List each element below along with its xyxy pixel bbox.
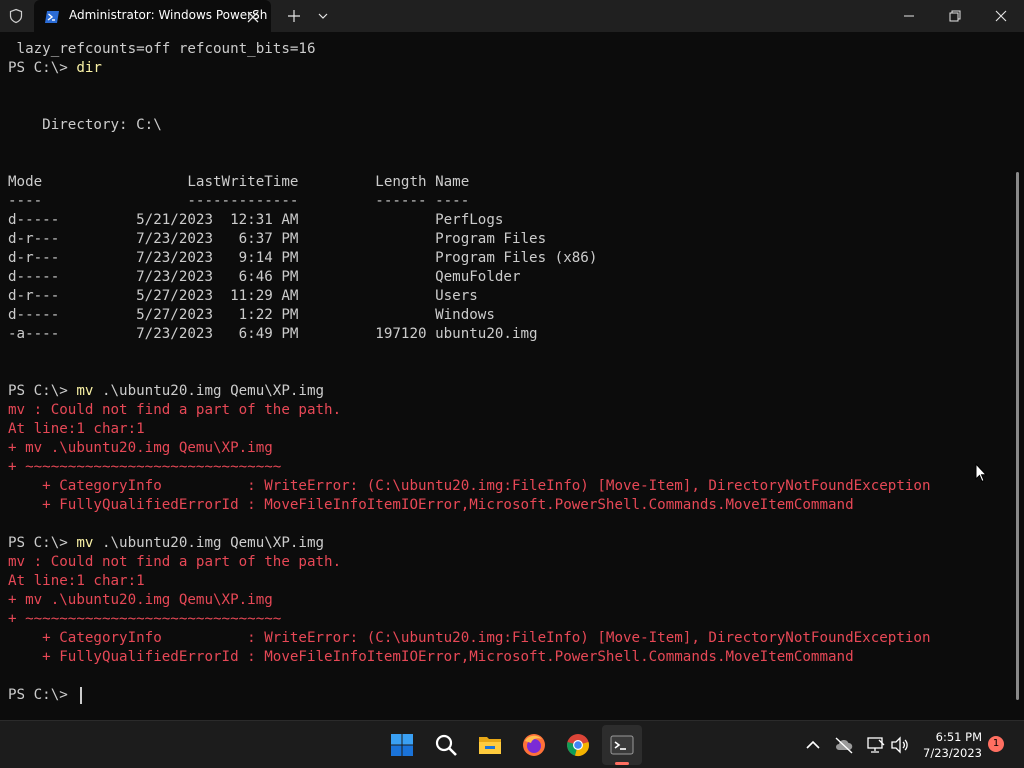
error-line: + ~~~~~~~~~~~~~~~~~~~~~~~~~~~~~~ [8,459,282,475]
active-indicator [615,762,629,765]
title-bar: Administrator: Windows PowerShell [0,0,1024,32]
command-args: .\ubuntu20.img Qemu\XP.img [93,383,325,399]
prompt-line: PS C:\> dir [8,59,102,78]
error-line: + CategoryInfo : WriteError: (C:\ubuntu2… [8,478,931,494]
windows-start-icon [391,734,413,756]
chevron-up-icon[interactable] [803,735,823,755]
output-line: d-r--- 7/23/2023 6:37 PM Program Files [8,231,547,247]
file-explorer-icon [479,737,501,754]
maximize-button[interactable] [932,0,978,32]
minimize-button[interactable] [886,0,932,32]
search-button[interactable] [426,725,466,765]
prompt: PS C:\> [8,535,77,551]
error-line: + FullyQualifiedErrorId : MoveFileInfoIt… [8,649,854,665]
chevron-down-icon [318,13,328,19]
clock-time: 6:51 PM [935,730,982,744]
command-text: mv [76,383,94,399]
firefox-button[interactable] [514,725,554,765]
system-clock[interactable]: 6:51 PM 7/23/2023 [918,729,982,763]
output-line: d----- 7/23/2023 6:46 PM QemuFolder [8,269,521,285]
terminal-icon [610,735,634,755]
scrollbar[interactable] [1016,172,1019,700]
error-line: + FullyQualifiedErrorId : MoveFileInfoIt… [8,497,854,513]
network-icon[interactable] [866,735,886,755]
error-line: + ~~~~~~~~~~~~~~~~~~~~~~~~~~~~~~ [8,611,282,627]
error-line: + mv .\ubuntu20.img Qemu\XP.img [8,440,273,456]
tab-title: Administrator: Windows PowerShell [69,8,267,22]
cloud-off-icon[interactable] [834,735,854,755]
close-icon[interactable] [246,9,260,23]
mouse-pointer-icon [975,462,988,483]
output-line: Mode LastWriteTime Length Name [8,174,470,190]
output-line: d-r--- 7/23/2023 9:14 PM Program Files (… [8,250,598,266]
error-line: + mv .\ubuntu20.img Qemu\XP.img [8,592,273,608]
error-line: At line:1 char:1 [8,573,145,589]
start-button[interactable] [382,725,422,765]
terminal-button[interactable] [602,725,642,765]
error-line: + CategoryInfo : WriteError: (C:\ubuntu2… [8,630,931,646]
search-icon [435,734,457,756]
chrome-button[interactable] [558,725,598,765]
error-line: At line:1 char:1 [8,421,145,437]
output-line: lazy_refcounts=off refcount_bits=16 [8,41,316,57]
notification-badge[interactable]: 1 [988,736,1004,752]
output-line: d-r--- 5/27/2023 11:29 AM Users [8,288,478,304]
chrome-icon [567,734,589,756]
error-line: mv : Could not find a part of the path. [8,402,342,418]
output-line: -a---- 7/23/2023 6:49 PM 197120 ubuntu20… [8,326,538,342]
maximize-icon [949,10,961,22]
minimize-icon [904,15,914,17]
plus-icon [288,10,300,22]
prompt: PS C:\> [8,60,77,76]
output-line: d----- 5/27/2023 1:22 PM Windows [8,307,495,323]
error-line: mv : Could not find a part of the path. [8,554,342,570]
output-line: Directory: C:\ [8,117,162,133]
terminal-output[interactable]: lazy_refcounts=off refcount_bits=16 PS C:… [0,32,1012,730]
command-args: .\ubuntu20.img Qemu\XP.img [93,535,325,551]
prompt: PS C:\> [8,687,77,703]
powershell-icon [44,9,60,23]
command-text: mv [76,535,94,551]
tab-dropdown-button[interactable] [310,0,336,32]
firefox-icon [523,734,545,756]
command-text: dir [76,60,102,76]
prompt-line: PS C:\> mv .\ubuntu20.img Qemu\XP.img [8,534,324,553]
new-tab-button[interactable] [282,0,306,32]
text-cursor [80,687,82,704]
tab-powershell[interactable]: Administrator: Windows PowerShell [34,0,271,32]
window-close-button[interactable] [978,0,1024,32]
clock-date: 7/23/2023 [923,746,982,760]
output-line: d----- 5/21/2023 12:31 AM PerfLogs [8,212,504,228]
volume-icon[interactable] [890,735,910,755]
shield-icon [8,8,24,24]
prompt-line: PS C:\> mv .\ubuntu20.img Qemu\XP.img [8,382,324,401]
output-line: ---- ------------- ------ ---- [8,193,470,209]
window-close-icon [995,10,1007,22]
prompt-line: PS C:\> [8,686,76,705]
prompt: PS C:\> [8,383,77,399]
file-explorer-button[interactable] [470,725,510,765]
taskbar: 6:51 PM 7/23/2023 [0,720,1024,768]
